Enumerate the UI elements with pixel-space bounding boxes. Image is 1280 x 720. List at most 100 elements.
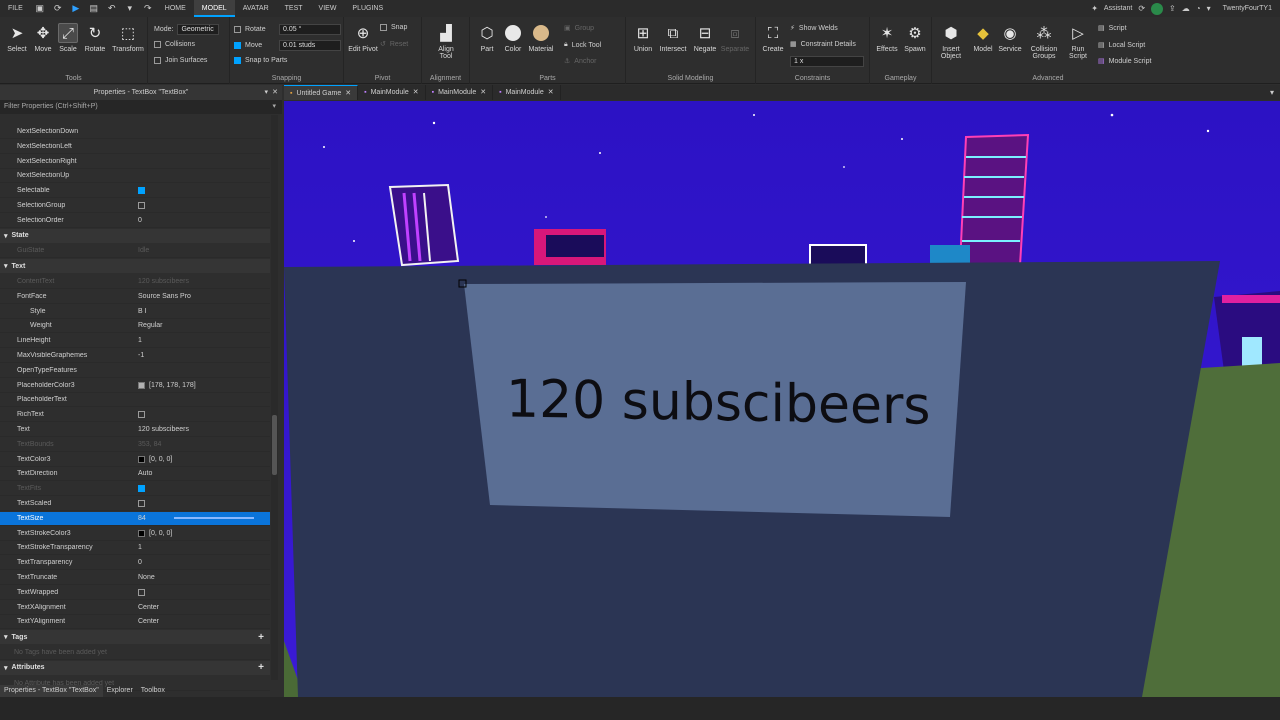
spawn-tool[interactable]: ⚙︎ Spawn [901, 23, 929, 53]
property-row-text-yalignment[interactable]: TextYAlignment Center [0, 615, 270, 630]
tab-untitled-game[interactable]: ▪ Untitled Game ✕ [284, 85, 359, 101]
mode-select[interactable]: Geometric [177, 24, 220, 35]
property-row-text-stroke-color3[interactable]: TextStrokeColor3 [0, 0, 0] [0, 527, 270, 541]
color-swatch[interactable] [138, 381, 145, 389]
property-row-open-type-features[interactable]: OpenTypeFeatures [0, 364, 270, 378]
property-row-font-face[interactable]: FontFace Source Sans Pro [0, 290, 270, 304]
snap-to-parts-checkbox[interactable] [234, 57, 241, 64]
property-value[interactable]: Center [135, 618, 270, 625]
property-value[interactable]: 84 [135, 515, 270, 522]
pivot-reset-button[interactable]: Reset [390, 41, 408, 48]
menu-plugins[interactable]: PLUGINS [344, 0, 391, 17]
section-tags[interactable]: ▾ Tags + [0, 630, 270, 645]
play-icon[interactable]: ▶ [70, 3, 82, 15]
property-checkbox[interactable] [138, 202, 145, 209]
join-surfaces-checkbox[interactable] [154, 57, 161, 64]
menu-home[interactable]: HOME [157, 0, 194, 17]
property-value[interactable] [135, 500, 270, 507]
property-value[interactable]: 120 subscibeers [135, 278, 270, 285]
close-tab-icon[interactable]: ✕ [480, 85, 486, 100]
constraint-scale-input[interactable]: 1 x [790, 56, 864, 67]
property-row-text-transparency[interactable]: TextTransparency 0 [0, 556, 270, 571]
property-value[interactable]: Auto [135, 470, 270, 477]
collapse-arrow-icon[interactable]: ▾ [4, 232, 8, 240]
3d-viewport[interactable]: 120 subscibeers [284, 101, 1280, 697]
menu-file[interactable]: FILE [0, 0, 31, 17]
effects-tool[interactable]: ✶ Effects [873, 23, 901, 53]
section-state[interactable]: ▾ State [0, 228, 270, 243]
scale-tool[interactable]: ⤢ Scale [55, 23, 81, 53]
show-welds-button[interactable]: Show Welds [799, 25, 838, 32]
property-value[interactable]: 1 [135, 544, 270, 551]
property-value[interactable]: [178, 178, 178] [135, 381, 270, 389]
property-value[interactable]: None [135, 574, 270, 581]
property-row-selection-group[interactable]: SelectionGroup [0, 199, 270, 213]
anchor-button[interactable]: Anchor [574, 58, 596, 65]
property-row-text-stroke-transparency[interactable]: TextStrokeTransparency 1 [0, 541, 270, 556]
property-row-placeholder-color3[interactable]: PlaceholderColor3 [178, 178, 178] [0, 379, 270, 393]
property-row-gui-state[interactable]: GuiState Idle [0, 244, 270, 259]
union-tool[interactable]: ⊞ Union [630, 23, 656, 53]
redo-arrow-icon[interactable]: ⟳ [52, 3, 64, 15]
property-value[interactable]: 1 [135, 337, 270, 344]
property-value[interactable]: -1 [135, 352, 270, 359]
property-row-rich-text[interactable]: RichText [0, 408, 270, 423]
property-value[interactable] [135, 202, 270, 209]
add-icon[interactable]: + [258, 662, 264, 673]
property-row-weight[interactable]: Weight Regular [0, 319, 270, 334]
property-value[interactable]: [0, 0, 0] [135, 455, 270, 463]
property-value[interactable]: Center [135, 604, 270, 611]
assistant-icon[interactable]: ✦ [1091, 4, 1098, 13]
color-tool[interactable]: Color [500, 23, 526, 53]
menu-avatar[interactable]: AVATAR [235, 0, 277, 17]
tab-mainmodule[interactable]: ▪ MainModule ✕ [426, 85, 494, 100]
redo-icon[interactable]: ↷ [142, 3, 154, 15]
textsize-slider[interactable] [173, 517, 254, 520]
property-checkbox[interactable] [138, 187, 145, 195]
property-value[interactable] [135, 411, 270, 419]
property-row-text-xalignment[interactable]: TextXAlignment Center [0, 601, 270, 615]
color-swatch[interactable] [138, 529, 145, 537]
move-tool[interactable]: ✥ Move [30, 23, 56, 53]
collisions-checkbox[interactable] [154, 41, 161, 48]
property-row-text-direction[interactable]: TextDirection Auto [0, 467, 270, 482]
menu-model[interactable]: MODEL [193, 0, 235, 17]
insert-object-tool[interactable]: ⬢ Insert Object [936, 23, 966, 60]
property-value[interactable]: 0 [135, 217, 270, 224]
separate-tool[interactable]: ⧈ Separate [720, 23, 750, 54]
property-value[interactable]: 0 [135, 559, 270, 566]
tab-mainmodule[interactable]: ▪ MainModule ✕ [358, 85, 426, 100]
rotate-tool[interactable]: ↻ Rotate [82, 23, 108, 53]
run-script-tool[interactable]: ▷ Run Script [1064, 23, 1092, 60]
cloud-icon[interactable]: ☁ [1182, 4, 1190, 13]
edit-pivot-tool[interactable]: ⊕ Edit Pivot [348, 23, 378, 53]
script-button[interactable]: Script [1109, 25, 1127, 32]
close-tab-icon[interactable]: ✕ [345, 86, 351, 101]
align-tool[interactable]: ▟ Align Tool [432, 23, 460, 60]
tab-overflow-icon[interactable]: ▾ [1264, 85, 1280, 100]
rotate-snap-checkbox[interactable] [234, 26, 241, 33]
create-constraint-tool[interactable]: ⛶ Create [760, 23, 786, 54]
scrollbar-thumb[interactable] [272, 415, 277, 475]
property-row-next-selection-up[interactable]: NextSelectionUp [0, 169, 270, 184]
menu-test[interactable]: TEST [277, 0, 311, 17]
property-row-selectable[interactable]: Selectable [0, 184, 270, 199]
property-row-content-text[interactable]: ContentText 120 subscibeers [0, 275, 270, 289]
save-icon[interactable]: ▣ [34, 3, 46, 15]
property-row-text-scaled[interactable]: TextScaled [0, 497, 270, 511]
property-value[interactable]: Idle [135, 247, 270, 254]
property-value[interactable]: 353, 84 [135, 441, 270, 448]
close-tab-icon[interactable]: ✕ [548, 85, 554, 100]
menu-view[interactable]: VIEW [311, 0, 345, 17]
constraint-details-button[interactable]: Constraint Details [801, 41, 856, 48]
property-row-text-bounds[interactable]: TextBounds 353, 84 [0, 438, 270, 452]
property-row-text-fits[interactable]: TextFits [0, 482, 270, 497]
intersect-tool[interactable]: ⧉ Intersect [658, 23, 688, 54]
property-value[interactable]: B I [135, 308, 270, 315]
collapse-arrow-icon[interactable]: ▾ [4, 664, 8, 672]
lock-tool-button[interactable]: Lock Tool [572, 42, 601, 49]
close-icon[interactable]: ✕ [272, 85, 278, 100]
property-row-next-selection-left[interactable]: NextSelectionLeft [0, 140, 270, 154]
property-row-line-height[interactable]: LineHeight 1 [0, 334, 270, 349]
username[interactable]: TwentyFourTY1 [1223, 5, 1272, 12]
